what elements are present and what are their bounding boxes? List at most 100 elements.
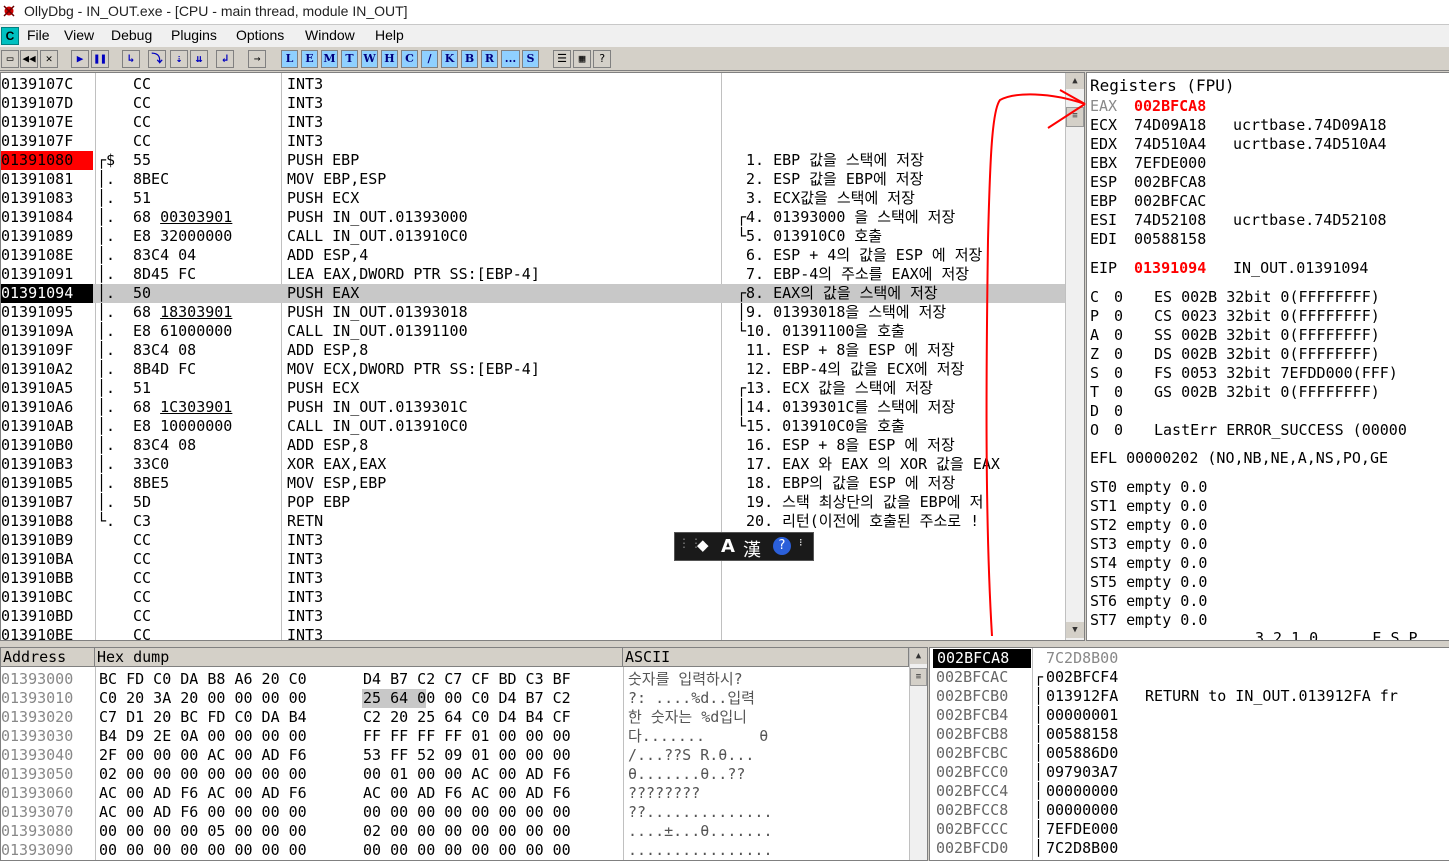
run-icon[interactable]: ▶ — [71, 50, 89, 68]
hex-dump-column-header[interactable]: Hex dump — [95, 648, 623, 667]
address-column-header[interactable]: Address — [1, 648, 95, 667]
cpu-window-icon[interactable]: C — [1, 27, 19, 45]
scroll-down-icon[interactable]: ▼ — [1066, 622, 1084, 638]
disassembly-row[interactable]: 01391084 │. 68 00303901 PUSH IN_OUT.0139300… — [1, 208, 1065, 227]
toolbar-breakpoints-button[interactable]: B — [461, 50, 478, 68]
disassembly-row[interactable]: 013910B0 │. 83C4 08 ADD ESP,8 16. ESP + 8을 … — [1, 436, 1065, 455]
flag-value[interactable]: 0 — [1114, 383, 1123, 402]
operand-link[interactable]: 1C303901 — [160, 398, 232, 416]
disassembly-row[interactable]: 013910BB CC INT3 — [1, 569, 1065, 588]
disassembly-row[interactable]: 01391095 │. 68 18303901 PUSH IN_OUT.0139301… — [1, 303, 1065, 322]
ime-hanja-button[interactable]: 漢 — [743, 536, 761, 562]
disassembly-row[interactable]: 01391091 │. 8D45 FC LEA EAX,DWORD PTR SS:[E… — [1, 265, 1065, 284]
ascii-column-header[interactable]: ASCII — [623, 648, 909, 667]
toolbar-runtrace-button[interactable]: ... — [501, 50, 520, 68]
disassembly-row[interactable]: 013910A5 │. 51 PUSH ECX ┌13. ECX 값을 스택에 저장 — [1, 379, 1065, 398]
dump-scrollbar[interactable]: ▲ ≡ — [909, 648, 927, 860]
toolbar-source-button[interactable]: S — [522, 50, 539, 68]
toolbar-executables-button[interactable]: E — [301, 50, 318, 68]
flag-value[interactable]: 0 — [1114, 307, 1123, 326]
disassembly-row[interactable]: 0139107D CC INT3 — [1, 94, 1065, 113]
toolbar-references-button[interactable]: R — [481, 50, 498, 68]
open-icon[interactable]: ▭ — [1, 50, 19, 68]
toolbar-windows-button[interactable]: W — [361, 50, 378, 68]
disassembly-row[interactable]: 01391083 │. 51 PUSH ECX 3. ECX값을 스택에 저장 — [1, 189, 1065, 208]
menu-file[interactable]: File — [27, 27, 50, 43]
grid-icon[interactable]: ▦ — [573, 50, 591, 68]
disassembly-row[interactable]: 013910BE CC INT3 — [1, 626, 1065, 640]
disassembly-row[interactable]: 0139107E CC INT3 — [1, 113, 1065, 132]
register-value[interactable]: 002BFCA8 — [1134, 97, 1206, 116]
scroll-up-icon[interactable]: ▲ — [1066, 73, 1084, 89]
flag-value[interactable]: 0 — [1114, 326, 1123, 345]
flag-value[interactable]: 0 — [1114, 345, 1123, 364]
ime-mode-indicator[interactable]: A — [721, 536, 735, 557]
menu-plugins[interactable]: Plugins — [171, 27, 217, 43]
register-value[interactable]: 7EFDE000 — [1134, 154, 1206, 173]
disassembly-row[interactable]: 013910AB │. E8 10000000 CALL IN_OUT.013910C… — [1, 417, 1065, 436]
disassembly-row[interactable]: 013910B7 │. 5D POP EBP 19. 스택 최상단의 값을 EBP에 … — [1, 493, 1065, 512]
toolbar-threads-button[interactable]: T — [341, 50, 358, 68]
disassembly-row[interactable]: 01391080 ┌$ 55 PUSH EBP 1. EBP 값을 스택에 저장 — [1, 151, 1065, 170]
disassembly-row[interactable]: 013910B3 │. 33C0 XOR EAX,EAX 17. EAX 와 EAX … — [1, 455, 1065, 474]
trace-over-icon[interactable]: ⇊ — [190, 50, 208, 68]
scroll-thumb[interactable]: ≡ — [910, 668, 927, 686]
help-icon[interactable]: ? — [593, 50, 611, 68]
disassembly-row[interactable]: 013910BC CC INT3 — [1, 588, 1065, 607]
menu-view[interactable]: View — [64, 27, 94, 43]
stack-pane[interactable]: 002BFCA8 7C2D8B00 002BFCAC ┌ 002BFCF4 002BF… — [929, 647, 1449, 861]
flag-value[interactable]: 0 — [1114, 288, 1123, 307]
disassembly-row[interactable]: 013910BA CC INT3 — [1, 550, 1065, 569]
ime-options-icon[interactable]: ⁝ — [799, 536, 803, 549]
go-to-icon[interactable]: → — [248, 50, 266, 68]
register-value[interactable]: 74D52108 — [1134, 211, 1206, 230]
register-value[interactable]: 00588158 — [1134, 230, 1206, 249]
stack-top-address[interactable]: 002BFCA8 — [933, 649, 1031, 668]
scroll-thumb[interactable]: ≡ — [1066, 107, 1084, 127]
list-icon[interactable]: ☰ — [553, 50, 571, 68]
disassembly-row[interactable]: 013910A6 │. 68 1C303901 PUSH IN_OUT.0139301… — [1, 398, 1065, 417]
disassembly-scrollbar[interactable]: ▲ ≡ ▼ — [1065, 73, 1084, 640]
flag-value[interactable]: 0 — [1114, 364, 1123, 383]
hex-dump-pane[interactable]: Address Hex dump ASCII 01393000 BC FD C0 … — [0, 647, 928, 861]
disassembly-row[interactable]: 0139107F CC INT3 — [1, 132, 1065, 151]
menu-options[interactable]: Options — [236, 27, 284, 43]
menu-help[interactable]: Help — [375, 27, 404, 43]
execute-till-return-icon[interactable]: ↲ — [216, 50, 234, 68]
disassembly-row[interactable]: 013910BD CC INT3 — [1, 607, 1065, 626]
pause-icon[interactable]: ❚❚ — [91, 50, 109, 68]
operand-link[interactable]: 00303901 — [160, 208, 232, 226]
flag-value[interactable]: 0 — [1114, 402, 1123, 421]
disassembly-row[interactable]: 01391081 │. 8BEC MOV EBP,ESP 2. ESP 값을 EBP에… — [1, 170, 1065, 189]
register-value[interactable]: 74D09A18 — [1134, 116, 1206, 135]
menu-window[interactable]: Window — [305, 27, 355, 43]
ime-help-icon[interactable]: ? — [773, 537, 791, 555]
disassembly-pane[interactable]: 0139107C CC INT3 0139107D CC INT3 0139107E CC IN… — [0, 72, 1085, 641]
disassembly-row[interactable]: 013910B9 CC INT3 — [1, 531, 1065, 550]
toolbar-log-button[interactable]: L — [281, 50, 298, 68]
register-value[interactable]: 74D510A4 — [1134, 135, 1206, 154]
registers-pane[interactable]: Registers (FPU) EAX 002BFCA8 ECX 74D09A18 uc… — [1086, 72, 1449, 641]
flag-value[interactable]: 0 — [1114, 421, 1123, 440]
eip-value[interactable]: 01391094 — [1134, 259, 1206, 278]
disassembly-row[interactable]: 01391089 │. E8 32000000 CALL IN_OUT.013910C… — [1, 227, 1065, 246]
disassembly-row[interactable]: 013910B5 │. 8BE5 MOV ESP,EBP 18. EBP의 값을 ES… — [1, 474, 1065, 493]
disassembly-row[interactable]: 013910A2 │. 8B4D FC MOV ECX,DWORD PTR SS:[E… — [1, 360, 1065, 379]
toolbar-handles-button[interactable]: H — [381, 50, 398, 68]
toolbar-patches-button[interactable]: / — [421, 50, 438, 68]
step-over-icon[interactable]: ⤵ — [148, 50, 166, 68]
trace-into-icon[interactable]: ⇣ — [170, 50, 188, 68]
ime-globe-icon[interactable]: ◆ — [697, 536, 709, 554]
operand-link[interactable]: 18303901 — [160, 303, 232, 321]
menu-debug[interactable]: Debug — [111, 27, 152, 43]
disassembly-row[interactable]: 0139109F │. 83C4 08 ADD ESP,8 11. ESP + 8을 … — [1, 341, 1065, 360]
restart-icon[interactable]: ◀◀ — [20, 50, 38, 68]
step-into-icon[interactable]: ↳ — [122, 50, 140, 68]
register-value[interactable]: 002BFCAC — [1134, 192, 1206, 211]
disassembly-row[interactable]: 0139108E │. 83C4 04 ADD ESP,4 6. ESP + 4의 값… — [1, 246, 1065, 265]
toolbar-memory-button[interactable]: M — [321, 50, 338, 68]
disassembly-row[interactable]: 0139107C CC INT3 — [1, 75, 1065, 94]
disassembly-row[interactable]: 0139109A │. E8 61000000 CALL IN_OUT.0139110… — [1, 322, 1065, 341]
close-icon[interactable]: ✕ — [40, 50, 58, 68]
disassembly-row[interactable]: 01391094 │. 50 PUSH EAX ┌8. EAX의 값을 스택에 저장 — [1, 284, 1065, 303]
